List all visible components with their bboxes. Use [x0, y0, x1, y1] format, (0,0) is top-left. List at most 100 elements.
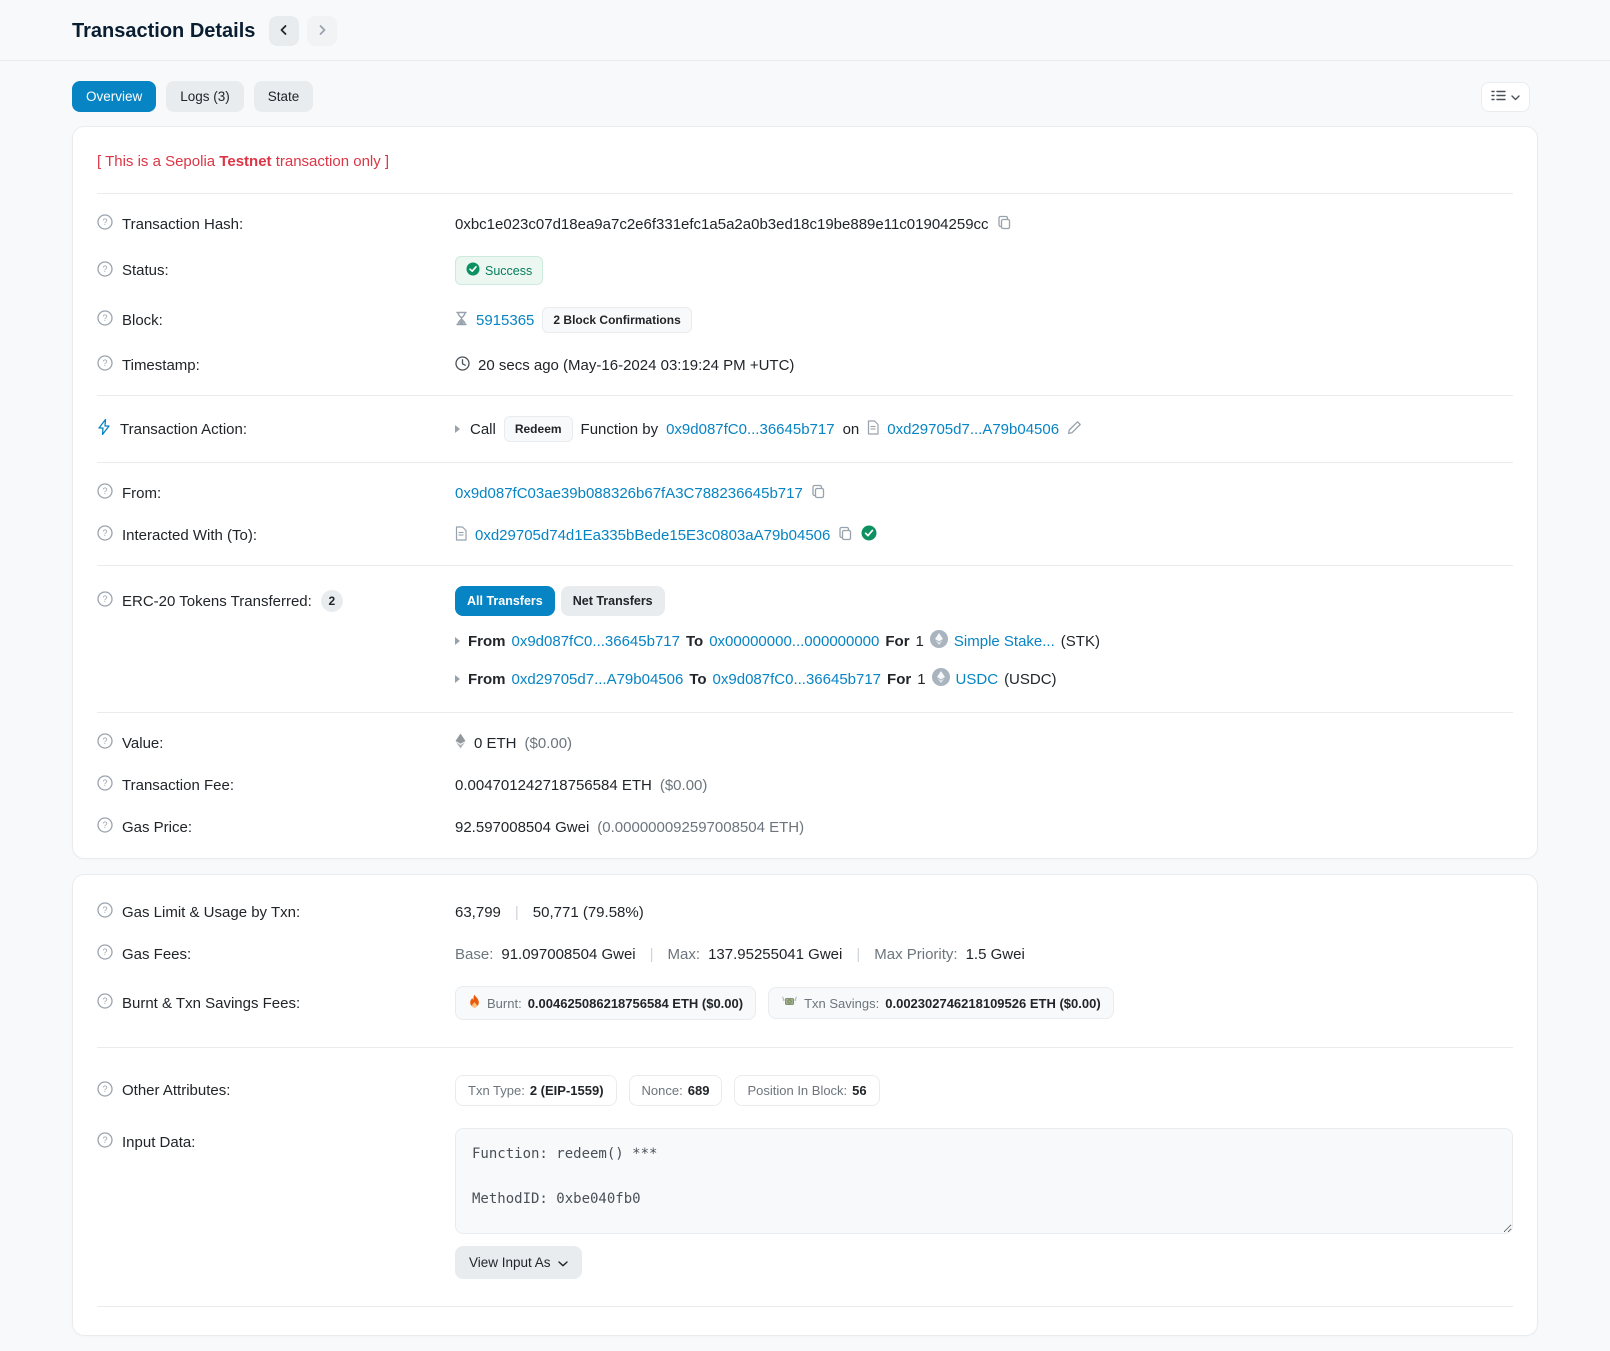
- testnet-notice-bold: Testnet: [219, 153, 271, 170]
- transfer-token-link[interactable]: Simple Stake...: [954, 633, 1055, 650]
- fee-usd: ($0.00): [660, 777, 708, 794]
- svg-text:?: ?: [102, 358, 107, 368]
- tabs: Overview Logs (3) State: [72, 81, 313, 112]
- next-txn-button[interactable]: [307, 16, 337, 46]
- copy-from-button[interactable]: [811, 484, 826, 502]
- burnt-badge: Burnt: 0.004625086218756584 ETH ($0.00): [455, 986, 756, 1020]
- row-input-data: ? Input Data: View Input As: [97, 1117, 1513, 1290]
- caret-right-icon: [455, 675, 460, 683]
- check-circle-icon: [466, 262, 480, 279]
- caret-right-icon: [455, 425, 460, 433]
- card-bottom-spacer: [97, 1311, 1513, 1325]
- copy-icon: [811, 484, 826, 502]
- other-attributes-label: Other Attributes:: [122, 1082, 230, 1099]
- divider: [97, 712, 1513, 713]
- max-fee-key: Max:: [668, 946, 701, 963]
- transaction-fee-label: Transaction Fee:: [122, 777, 234, 794]
- max-fee-value: 137.95255041 Gwei: [708, 946, 842, 963]
- divider: [97, 462, 1513, 463]
- clock-icon: [455, 356, 470, 375]
- label-from: ? From:: [97, 483, 455, 503]
- action-call-text: Call: [470, 421, 496, 438]
- block-number-link[interactable]: 5915365: [476, 312, 534, 329]
- transfer-for-label: For: [885, 633, 909, 650]
- separator: |: [850, 946, 866, 963]
- action-from-link[interactable]: 0x9d087fC0...36645b717: [666, 421, 834, 438]
- from-address-link[interactable]: 0x9d087fC03ae39b088326b67fA3C788236645b7…: [455, 485, 803, 502]
- transaction-hash-label: Transaction Hash:: [122, 216, 243, 233]
- svg-text:?: ?: [102, 486, 107, 496]
- gas-price-label: Gas Price:: [122, 819, 192, 836]
- transfers-toggle: All Transfers Net Transfers: [455, 586, 665, 616]
- list-check-icon: [1491, 89, 1506, 105]
- label-block: ? Block:: [97, 310, 455, 330]
- eth-icon: [455, 733, 466, 753]
- label-status: ? Status:: [97, 261, 455, 281]
- row-timestamp: ? Timestamp: 20 secs ago (May-16-2024 03…: [97, 344, 1513, 386]
- tab-state[interactable]: State: [254, 81, 314, 112]
- transfer-token-symbol: (USDC): [1004, 671, 1057, 688]
- label-gas-fees: ? Gas Fees:: [97, 944, 455, 964]
- contract-file-icon: [867, 420, 879, 439]
- action-function-by-text: Function by: [581, 421, 659, 438]
- max-priority-key: Max Priority:: [874, 946, 957, 963]
- position-value: 56: [852, 1083, 866, 1098]
- chevron-right-icon: [316, 24, 328, 39]
- net-transfers-button[interactable]: Net Transfers: [561, 586, 665, 616]
- gas-limit-value: 63,799: [455, 904, 501, 921]
- question-circle-icon: ?: [97, 775, 113, 795]
- copy-icon: [838, 526, 853, 544]
- tab-overview[interactable]: Overview: [72, 81, 156, 112]
- max-priority-value: 1.5 Gwei: [966, 946, 1025, 963]
- question-circle-icon: ?: [97, 944, 113, 964]
- txn-savings-badge: Txn Savings: 0.002302746218109526 ETH ($…: [768, 987, 1114, 1019]
- transfer-from-link[interactable]: 0x9d087fC0...36645b717: [512, 633, 680, 650]
- row-interacted-with: ? Interacted With (To): 0xd29705d74d1Ea3…: [97, 514, 1513, 556]
- pencil-icon: [1067, 420, 1082, 438]
- timestamp-value: 20 secs ago (May-16-2024 03:19:24 PM +UT…: [478, 357, 794, 374]
- fee-amount: 0.004701242718756584 ETH: [455, 777, 652, 794]
- tab-logs[interactable]: Logs (3): [166, 81, 244, 112]
- divider: [97, 193, 1513, 194]
- view-input-as-label: View Input As: [469, 1255, 551, 1270]
- question-circle-icon: ?: [97, 483, 113, 503]
- input-data-textarea[interactable]: [455, 1128, 1513, 1234]
- copy-hash-button[interactable]: [997, 215, 1012, 233]
- chevron-down-icon: [1511, 89, 1520, 104]
- copy-to-button[interactable]: [838, 526, 853, 544]
- edit-action-button[interactable]: [1067, 420, 1082, 438]
- action-method-badge: Redeem: [504, 416, 573, 442]
- gas-usage-value: 50,771 (79.58%): [533, 904, 644, 921]
- txn-nav: [269, 16, 337, 46]
- erc20-label: ERC-20 Tokens Transferred:: [122, 593, 312, 610]
- view-input-as-button[interactable]: View Input As: [455, 1246, 582, 1279]
- svg-text:?: ?: [102, 736, 107, 746]
- to-address-link[interactable]: 0xd29705d74d1Ea335bBede15E3c0803aA79b045…: [475, 527, 830, 544]
- view-options-button[interactable]: [1481, 82, 1530, 112]
- gas-price-eth: (0.000000092597008504 ETH): [597, 819, 804, 836]
- svg-text:?: ?: [102, 778, 107, 788]
- action-contract-link[interactable]: 0xd29705d7...A79b04506: [887, 421, 1059, 438]
- transfer-to-label: To: [686, 633, 703, 650]
- transfer-to-link[interactable]: 0x9d087fC0...36645b717: [713, 671, 881, 688]
- contract-file-icon: [455, 526, 467, 545]
- token-icon: [930, 630, 948, 652]
- divider: [97, 1047, 1513, 1048]
- value-label: Value:: [122, 735, 163, 752]
- transfer-token-link[interactable]: USDC: [956, 671, 999, 688]
- transfer-amount: 1: [916, 633, 924, 650]
- all-transfers-button[interactable]: All Transfers: [455, 586, 555, 616]
- question-circle-icon: ?: [97, 214, 113, 234]
- testnet-notice-pre: [ This is a Sepolia: [97, 153, 219, 170]
- block-label: Block:: [122, 312, 163, 329]
- timestamp-label: Timestamp:: [122, 357, 200, 374]
- label-transaction-action: Transaction Action:: [97, 419, 455, 439]
- chevron-down-icon: [558, 1255, 568, 1270]
- svg-text:?: ?: [102, 313, 107, 323]
- prev-txn-button[interactable]: [269, 16, 299, 46]
- row-transaction-action: Transaction Action: Call Redeem Function…: [97, 405, 1513, 453]
- label-other-attributes: ? Other Attributes:: [97, 1081, 455, 1101]
- transfer-row: From 0xd29705d7...A79b04506 To 0x9d087fC…: [455, 666, 1057, 692]
- transfer-from-link[interactable]: 0xd29705d7...A79b04506: [512, 671, 684, 688]
- transfer-to-link[interactable]: 0x00000000...000000000: [709, 633, 879, 650]
